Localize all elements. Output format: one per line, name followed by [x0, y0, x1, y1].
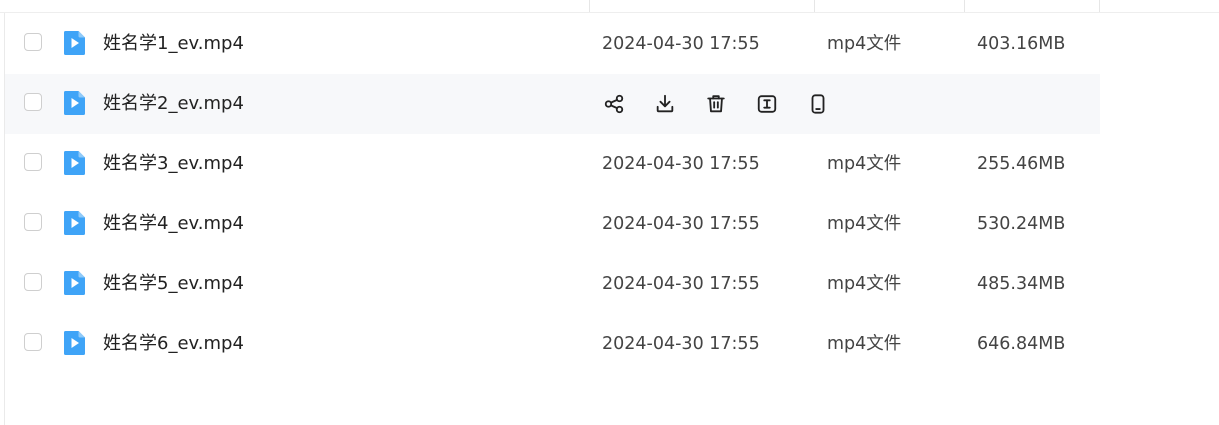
file-type: mp4文件: [827, 334, 902, 354]
video-file-icon: [61, 210, 87, 236]
modified-date: 2024-04-30 17:55: [602, 34, 760, 54]
video-file-icon: [61, 30, 87, 56]
file-size: 530.24MB: [977, 214, 1066, 234]
video-file-icon: [61, 90, 87, 116]
row-checkbox[interactable]: [24, 33, 42, 51]
file-type: mp4文件: [827, 154, 902, 174]
video-file-icon: [61, 330, 87, 356]
file-name[interactable]: 姓名学3_ev.mp4: [103, 134, 244, 194]
file-name[interactable]: 姓名学2_ev.mp4: [103, 74, 244, 134]
column-divider[interactable]: [589, 0, 590, 12]
row-checkbox[interactable]: [24, 213, 42, 231]
column-divider[interactable]: [964, 0, 965, 12]
modified-date: 2024-04-30 17:55: [602, 214, 760, 234]
file-name[interactable]: 姓名学1_ev.mp4: [103, 14, 244, 74]
row-actions: [602, 92, 830, 116]
file-size: 255.46MB: [977, 154, 1066, 174]
row-checkbox[interactable]: [24, 273, 42, 291]
file-row[interactable]: 姓名学4_ev.mp4 2024-04-30 17:55 mp4文件 530.24MB: [5, 194, 1100, 254]
row-checkbox[interactable]: [24, 93, 42, 111]
file-row[interactable]: 姓名学1_ev.mp4 2024-04-30 17:55 mp4文件 403.16MB: [5, 14, 1100, 74]
rename-icon[interactable]: [755, 92, 779, 116]
column-divider[interactable]: [1099, 0, 1100, 12]
file-size: 485.34MB: [977, 274, 1066, 294]
file-list: 姓名学1_ev.mp4 2024-04-30 17:55 mp4文件 403.16MB…: [5, 14, 1100, 374]
video-file-icon: [61, 150, 87, 176]
row-checkbox[interactable]: [24, 333, 42, 351]
table-header: [0, 0, 1219, 13]
modified-date: 2024-04-30 17:55: [602, 154, 760, 174]
file-name[interactable]: 姓名学4_ev.mp4: [103, 194, 244, 254]
trash-icon[interactable]: [704, 92, 728, 116]
download-icon[interactable]: [653, 92, 677, 116]
share-icon[interactable]: [602, 92, 626, 116]
file-row[interactable]: 姓名学5_ev.mp4 2024-04-30 17:55 mp4文件 485.34MB: [5, 254, 1100, 314]
file-size: 403.16MB: [977, 34, 1066, 54]
file-type: mp4文件: [827, 34, 902, 54]
file-type: mp4文件: [827, 274, 902, 294]
file-type: mp4文件: [827, 214, 902, 234]
row-checkbox[interactable]: [24, 153, 42, 171]
file-name[interactable]: 姓名学5_ev.mp4: [103, 254, 244, 314]
file-list-page: 姓名学1_ev.mp4 2024-04-30 17:55 mp4文件 403.16MB…: [0, 0, 1219, 425]
file-name[interactable]: 姓名学6_ev.mp4: [103, 314, 244, 374]
file-row[interactable]: 姓名学6_ev.mp4 2024-04-30 17:55 mp4文件 646.84MB: [5, 314, 1100, 374]
column-divider[interactable]: [814, 0, 815, 12]
file-row[interactable]: 姓名学2_ev.mp4: [5, 74, 1100, 134]
phone-icon[interactable]: [806, 92, 830, 116]
file-size: 646.84MB: [977, 334, 1066, 354]
modified-date: 2024-04-30 17:55: [602, 274, 760, 294]
modified-date: 2024-04-30 17:55: [602, 334, 760, 354]
video-file-icon: [61, 270, 87, 296]
file-row[interactable]: 姓名学3_ev.mp4 2024-04-30 17:55 mp4文件 255.46MB: [5, 134, 1100, 194]
